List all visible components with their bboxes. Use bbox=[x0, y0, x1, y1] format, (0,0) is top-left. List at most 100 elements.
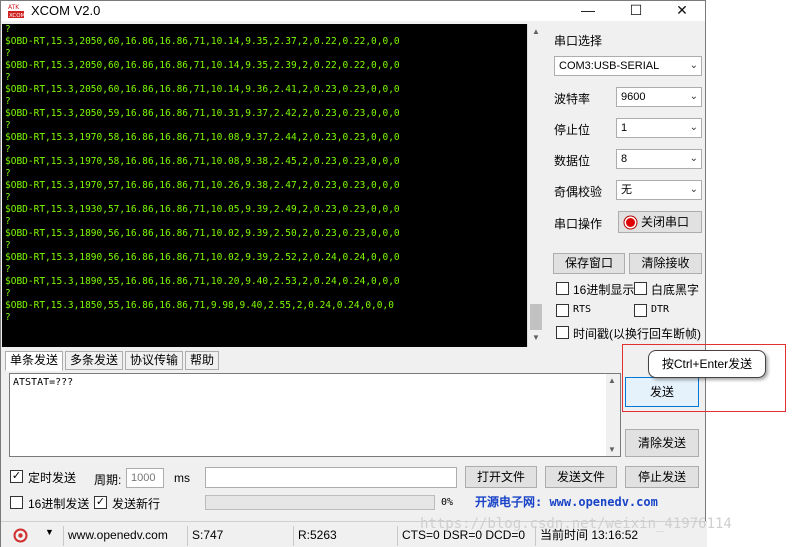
tab-multi-send[interactable]: 多条发送 bbox=[65, 351, 124, 370]
parity-select-value: 无 bbox=[621, 184, 632, 196]
receive-line: ? bbox=[5, 96, 11, 107]
send-progress-bar bbox=[205, 495, 435, 510]
receive-line: $OBD-RT,15.3,2050,60,16.86,16.86,71,10.1… bbox=[5, 84, 400, 95]
tab-protocol[interactable]: 协议传输 bbox=[125, 351, 184, 370]
hex-display-checkbox[interactable] bbox=[556, 282, 569, 295]
receive-line: ? bbox=[5, 240, 11, 251]
hex-send-checkbox[interactable] bbox=[10, 496, 23, 509]
receive-line: $OBD-RT,15.3,1890,56,16.86,16.86,71,10.0… bbox=[5, 228, 400, 239]
receive-line: ? bbox=[5, 168, 11, 179]
save-window-button[interactable]: 保存窗口 bbox=[553, 253, 625, 274]
dtr-checkbox[interactable] bbox=[634, 304, 647, 317]
stopbit-label: 停止位 bbox=[554, 123, 591, 137]
tab-help[interactable]: 帮助 bbox=[185, 351, 220, 370]
receive-line: ? bbox=[5, 144, 11, 155]
receive-line: ? bbox=[5, 264, 11, 275]
receive-line: ? bbox=[5, 24, 11, 35]
chevron-down-icon: ⌄ bbox=[689, 60, 698, 71]
timestamp-label: 时间戳(以换行回车断帧) bbox=[573, 327, 701, 341]
clear-receive-button[interactable]: 清除接收 bbox=[629, 253, 702, 274]
receive-line: ? bbox=[5, 312, 11, 323]
period-label: 周期: bbox=[94, 473, 122, 487]
status-url[interactable]: www.openedv.com bbox=[63, 526, 185, 546]
period-input[interactable]: 1000 bbox=[126, 468, 164, 488]
scroll-down-icon[interactable]: ▼ bbox=[608, 445, 616, 454]
scroll-up-icon[interactable]: ▲ bbox=[608, 376, 616, 385]
status-received-count: R:5263 bbox=[293, 526, 397, 546]
baud-label: 波特率 bbox=[554, 92, 591, 106]
chevron-down-icon: ⌄ bbox=[689, 153, 698, 164]
port-select-label: 串口选择 bbox=[554, 34, 603, 48]
port-op-label: 串口操作 bbox=[554, 217, 603, 231]
baud-select[interactable]: 9600 ⌄ bbox=[616, 87, 702, 107]
rts-checkbox[interactable] bbox=[556, 304, 569, 317]
hex-display-label: 16进制显示 bbox=[573, 283, 635, 297]
minimize-button[interactable]: — bbox=[565, 1, 611, 21]
rts-label: RTS bbox=[573, 304, 592, 315]
scroll-down-icon[interactable]: ▼ bbox=[528, 330, 544, 346]
open-file-button[interactable]: 打开文件 bbox=[465, 466, 537, 488]
receive-line: ? bbox=[5, 288, 11, 299]
stopbit-select[interactable]: 1 ⌄ bbox=[616, 118, 702, 138]
chevron-down-icon: ⌄ bbox=[689, 91, 698, 102]
send-file-button[interactable]: 发送文件 bbox=[545, 466, 617, 488]
baud-select-value: 9600 bbox=[621, 91, 646, 103]
stop-send-button[interactable]: 停止发送 bbox=[625, 466, 699, 488]
window-title: XCOM V2.0 bbox=[31, 3, 101, 18]
receive-line: $OBD-RT,15.3,2050,60,16.86,16.86,71,10.1… bbox=[5, 36, 400, 47]
send-tooltip: 按Ctrl+Enter发送 bbox=[648, 350, 766, 378]
white-bg-label: 白底黑字 bbox=[651, 283, 700, 297]
stopbit-select-value: 1 bbox=[621, 122, 628, 134]
receive-line: ? bbox=[5, 48, 11, 59]
databit-select-value: 8 bbox=[621, 153, 628, 165]
receive-line: $OBD-RT,15.3,1890,56,16.86,16.86,71,10.0… bbox=[5, 252, 400, 263]
receive-line: $OBD-RT,15.3,1930,57,16.86,16.86,71,10.0… bbox=[5, 204, 400, 215]
clear-send-button[interactable]: 清除发送 bbox=[625, 429, 699, 457]
watermark: https://blog.csdn.net/weixin_41976114 bbox=[420, 516, 732, 532]
period-unit: ms bbox=[174, 471, 190, 485]
port-status-icon bbox=[623, 215, 638, 230]
send-newline-checkbox[interactable]: ✓ bbox=[94, 496, 107, 509]
receive-line: $OBD-RT,15.3,1970,57,16.86,16.86,71,10.2… bbox=[5, 180, 400, 191]
settings-gear-icon[interactable] bbox=[13, 528, 28, 543]
receive-line: ? bbox=[5, 72, 11, 83]
title-bar: ATK XCOM XCOM V2.0 — ☐ ✕ bbox=[1, 1, 705, 21]
progress-text: 0% bbox=[441, 497, 454, 508]
port-select[interactable]: COM3:USB-SERIAL ⌄ bbox=[554, 56, 702, 76]
chevron-down-icon[interactable]: ▼ bbox=[45, 527, 54, 537]
dtr-label: DTR bbox=[651, 304, 670, 315]
receive-line: $OBD-RT,15.3,2050,60,16.86,16.86,71,10.1… bbox=[5, 60, 400, 71]
close-port-button[interactable]: 关闭串口 bbox=[618, 211, 702, 233]
maximize-button[interactable]: ☐ bbox=[613, 1, 659, 21]
timed-send-label: 定时发送 bbox=[28, 471, 77, 485]
send-newline-label: 发送新行 bbox=[112, 497, 161, 511]
databit-select[interactable]: 8 ⌄ bbox=[616, 149, 702, 169]
receive-line: ? bbox=[5, 192, 11, 203]
close-button[interactable]: ✕ bbox=[659, 1, 705, 21]
chevron-down-icon: ⌄ bbox=[689, 122, 698, 133]
send-input[interactable]: ATSTAT=??? bbox=[9, 373, 621, 457]
timestamp-checkbox[interactable] bbox=[556, 326, 569, 339]
scroll-thumb[interactable] bbox=[530, 304, 542, 330]
site-link[interactable]: 开源电子网: www.openedv.com bbox=[475, 493, 658, 510]
scroll-up-icon[interactable]: ▲ bbox=[528, 24, 544, 40]
svg-text:ATK: ATK bbox=[8, 4, 20, 11]
parity-label: 奇偶校验 bbox=[554, 185, 603, 199]
tab-single-send[interactable]: 单条发送 bbox=[5, 351, 64, 371]
parity-select[interactable]: 无 ⌄ bbox=[616, 180, 702, 200]
receive-area[interactable]: ? $OBD-RT,15.3,2050,60,16.86,16.86,71,10.… bbox=[2, 24, 544, 347]
receive-line: $OBD-RT,15.3,1890,55,16.86,16.86,71,10.2… bbox=[5, 276, 400, 287]
receive-line: $OBD-RT,15.3,2050,59,16.86,16.86,71,10.3… bbox=[5, 108, 400, 119]
hex-send-label: 16进制发送 bbox=[28, 497, 90, 511]
receive-line: $OBD-RT,15.3,1970,58,16.86,16.86,71,10.0… bbox=[5, 156, 400, 167]
timed-send-checkbox[interactable]: ✓ bbox=[10, 470, 23, 483]
receive-scrollbar[interactable]: ▲ ▼ bbox=[527, 24, 544, 347]
file-path-input[interactable] bbox=[205, 467, 457, 488]
xcom-logo-icon: ATK XCOM bbox=[7, 2, 25, 19]
databit-label: 数据位 bbox=[554, 154, 591, 168]
white-bg-checkbox[interactable] bbox=[634, 282, 647, 295]
send-scrollbar[interactable]: ▲ ▼ bbox=[606, 374, 620, 456]
receive-line: ? bbox=[5, 120, 11, 131]
status-sent-count: S:747 bbox=[187, 526, 291, 546]
close-port-label: 关闭串口 bbox=[641, 215, 690, 229]
